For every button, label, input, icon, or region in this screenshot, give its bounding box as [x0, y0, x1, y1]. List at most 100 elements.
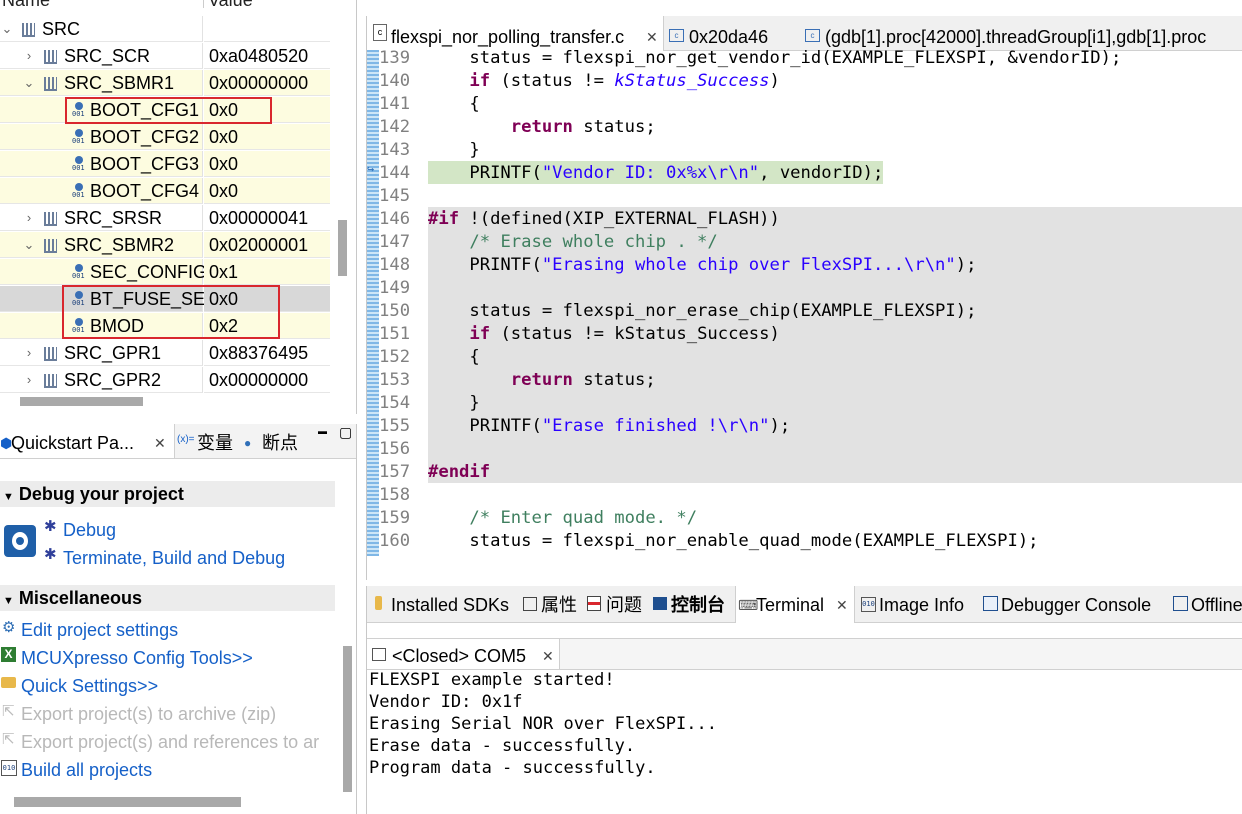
tab-disassembly[interactable]: c 0x20da46 — [669, 16, 799, 50]
chevron-down-icon[interactable]: ⌄ — [22, 232, 36, 258]
code-line[interactable]: 158 — [367, 483, 1242, 506]
register-name-cell[interactable]: 001 SEC_CONFIG — [0, 259, 207, 285]
code-line[interactable]: 150 status = flexspi_nor_erase_chip(EXAM… — [367, 299, 1242, 322]
tab-breakpoints[interactable]: ● 断点 — [244, 424, 304, 458]
tab-variables[interactable]: (x)= 变量 — [176, 424, 240, 458]
register-row[interactable]: › SRC_SCR 0xa0480520 — [0, 43, 330, 70]
register-name-cell[interactable]: 001 BOOT_CFG3 — [0, 151, 203, 177]
tab-gdb-thread[interactable]: c (gdb[1].proc[42000].threadGroup[i1],gd… — [805, 16, 1242, 50]
export-archive-link[interactable]: Export project(s) to archive (zip) — [21, 704, 276, 725]
line-number[interactable]: 148 — [379, 253, 427, 277]
register-value[interactable]: 0x1 — [204, 259, 330, 285]
line-number[interactable]: 158 — [379, 483, 427, 507]
register-row[interactable]: › SRC_GPR1 0x88376495 — [0, 340, 330, 367]
line-number[interactable]: 156 — [379, 437, 427, 461]
register-value[interactable]: 0x88376495 — [204, 340, 330, 366]
line-number[interactable]: 155 — [379, 414, 427, 438]
mcuxpresso-config-tools-link[interactable]: MCUXpresso Config Tools>> — [21, 648, 253, 669]
line-number[interactable]: 154 — [379, 391, 427, 415]
column-header-value[interactable]: Value — [208, 0, 253, 11]
line-number[interactable]: 142 — [379, 115, 427, 139]
line-number[interactable]: 145 — [379, 184, 427, 208]
edit-project-settings-link[interactable]: Edit project settings — [21, 620, 178, 641]
register-name-cell[interactable]: › SRC_GPR2 — [0, 367, 203, 393]
code-line[interactable]: 147 /* Erase whole chip . */ — [367, 230, 1242, 253]
line-number[interactable]: 143 — [379, 138, 427, 162]
code-line[interactable]: 154 } — [367, 391, 1242, 414]
tab-com5[interactable]: <Closed> COM5 ✕ — [367, 639, 560, 669]
chevron-right-icon[interactable]: › — [22, 340, 36, 366]
terminate-build-debug-link[interactable]: Terminate, Build and Debug — [63, 548, 285, 569]
code-line[interactable]: 143 } — [367, 138, 1242, 161]
register-name-cell[interactable]: ⌄ SRC_SBMR2 — [0, 232, 203, 258]
line-number[interactable]: 140 — [379, 69, 427, 93]
quickstart-vertical-scrollbar[interactable] — [343, 646, 352, 792]
line-number[interactable]: 144 — [379, 161, 427, 185]
quick-settings-link[interactable]: Quick Settings>> — [21, 676, 158, 697]
chevron-down-icon[interactable]: ⌄ — [22, 70, 36, 96]
tab-image-info[interactable]: 010 Image Info — [861, 586, 977, 622]
code-line[interactable]: 159 /* Enter quad mode. */ — [367, 506, 1242, 529]
code-line[interactable]: 142 return status; — [367, 115, 1242, 138]
registers-vertical-scrollbar[interactable] — [338, 220, 347, 276]
close-icon[interactable]: ✕ — [836, 586, 848, 624]
line-number[interactable]: 146 — [379, 207, 427, 231]
column-header-name[interactable]: Name — [2, 0, 50, 11]
section-debug-your-project[interactable]: ▼ Debug your project — [0, 481, 335, 507]
line-number[interactable]: 159 — [379, 506, 427, 530]
line-number[interactable]: 150 — [379, 299, 427, 323]
tab-properties[interactable]: 属性 — [523, 586, 585, 622]
register-value[interactable] — [204, 16, 330, 42]
debug-link[interactable]: Debug — [63, 520, 116, 541]
export-references-link[interactable]: Export project(s) and references to ar — [21, 732, 319, 753]
code-line[interactable]: 153 return status; — [367, 368, 1242, 391]
register-name-cell[interactable]: › SRC_GPR1 — [0, 340, 203, 366]
register-row[interactable]: 001 BOOT_CFG2 0x0 — [0, 124, 330, 151]
tab-console[interactable]: 控制台 — [653, 586, 733, 622]
code-line[interactable]: 151 if (status != kStatus_Success) — [367, 322, 1242, 345]
line-number[interactable]: 141 — [379, 92, 427, 116]
code-line[interactable]: 146 #if !(defined(XIP_EXTERNAL_FLASH)) — [367, 207, 1242, 230]
chevron-right-icon[interactable]: › — [22, 205, 36, 231]
quickstart-horizontal-scrollbar[interactable] — [14, 797, 241, 807]
register-value[interactable]: 0x0 — [204, 151, 330, 177]
register-row[interactable]: › SRC_GPR2 0x00000000 — [0, 367, 330, 394]
registers-horizontal-scrollbar[interactable] — [20, 397, 143, 406]
code-line[interactable]: 145 — [367, 184, 1242, 207]
code-line[interactable]: 160 status = flexspi_nor_enable_quad_mod… — [367, 529, 1242, 552]
minimize-icon[interactable]: ▬ — [318, 426, 327, 436]
tab-terminal[interactable]: ⌨ Terminal ✕ — [735, 586, 855, 623]
line-number[interactable]: 160 — [379, 529, 427, 553]
line-number[interactable]: 153 — [379, 368, 427, 392]
chevron-right-icon[interactable]: › — [22, 43, 36, 69]
code-line[interactable]: 139 status = flexspi_nor_get_vendor_id(E… — [367, 46, 1242, 69]
register-name-cell[interactable]: › SRC_SCR — [0, 43, 203, 69]
register-name-cell[interactable]: 001 BOOT_CFG4 — [0, 178, 203, 204]
line-number[interactable]: 147 — [379, 230, 427, 254]
code-line[interactable]: 155 PRINTF("Erase finished !\r\n"); — [367, 414, 1242, 437]
code-line[interactable]: 149 — [367, 276, 1242, 299]
build-all-projects-link[interactable]: Build all projects — [21, 760, 152, 781]
register-value[interactable]: 0x00000041 — [204, 205, 330, 231]
register-value[interactable]: 0x0 — [204, 124, 330, 150]
register-row[interactable]: ⌄ SRC — [0, 16, 330, 43]
terminal-output[interactable]: FLEXSPI example started! Vendor ID: 0x1f E… — [367, 669, 1242, 814]
code-line[interactable]: 157 #endif — [367, 460, 1242, 483]
tab-installed-sdks[interactable]: Installed SDKs — [371, 586, 517, 622]
register-row[interactable]: 001 BOOT_CFG3 0x0 — [0, 151, 330, 178]
line-number[interactable]: 139 — [379, 46, 427, 70]
tab-quickstart[interactable]: ⬢ Quickstart Pa... ✕ — [0, 424, 175, 458]
register-value[interactable]: 0x0 — [204, 178, 330, 204]
register-name-cell[interactable]: ⌄ SRC_SBMR1 — [0, 70, 203, 96]
code-line[interactable]: 141 { — [367, 92, 1242, 115]
tab-problems[interactable]: 问题 — [587, 586, 649, 622]
chevron-down-icon[interactable]: ⌄ — [0, 16, 14, 42]
register-name-cell[interactable]: › SRC_SRSR — [0, 205, 203, 231]
code-line[interactable]: 140 if (status != kStatus_Success) — [367, 69, 1242, 92]
code-line[interactable]: 148 PRINTF("Erasing whole chip over Flex… — [367, 253, 1242, 276]
register-name-cell[interactable]: 001 BOOT_CFG2 — [0, 124, 203, 150]
register-row[interactable]: › SRC_SRSR 0x00000041 — [0, 205, 330, 232]
tab-debugger-console[interactable]: Debugger Console — [981, 586, 1167, 622]
register-name-cell[interactable]: ⌄ SRC — [0, 16, 203, 42]
maximize-icon[interactable]: ▢ — [339, 424, 352, 441]
